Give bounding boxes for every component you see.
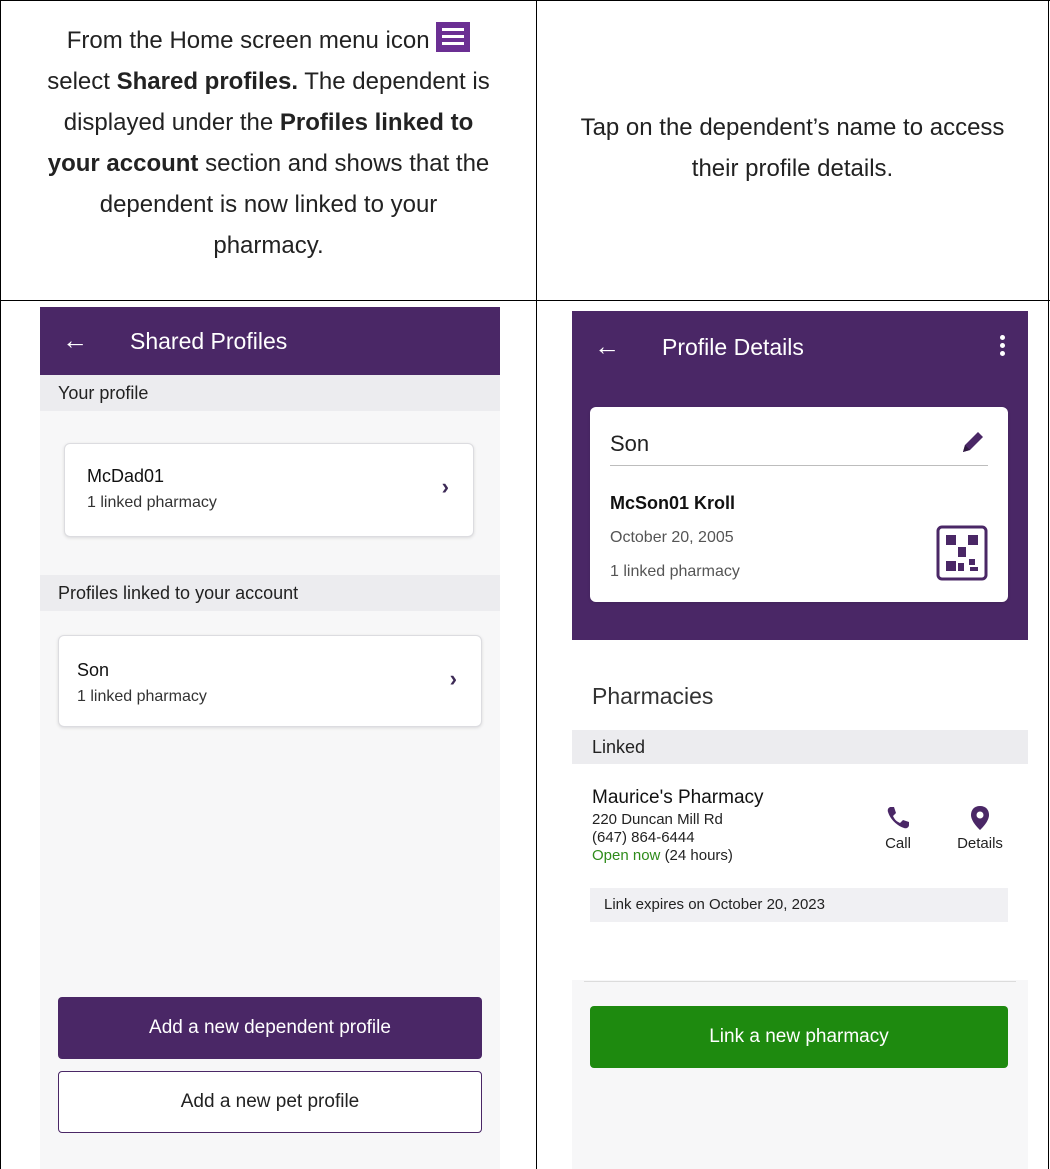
call-label: Call xyxy=(885,835,911,852)
instruction-line-5: dependent is now linked to your xyxy=(99,191,438,218)
pharmacy-entry[interactable]: Maurice's Pharmacy 220 Duncan Mill Rd (6… xyxy=(572,781,1028,871)
your-profile-header: Your profile xyxy=(40,375,500,411)
page-title: Shared Profiles xyxy=(130,328,288,354)
pharmacies-heading: Pharmacies xyxy=(592,683,714,709)
instruction-line-6: pharmacy. xyxy=(213,232,324,259)
instruction-line-4: your account section and shows that the xyxy=(47,150,490,177)
details-action[interactable]: Details xyxy=(948,805,1012,865)
pharmacy-phone: (647) 864-6444 xyxy=(592,829,695,846)
pharmacy-address: 220 Duncan Mill Rd xyxy=(592,811,723,828)
pharmacy-name: Maurice's Pharmacy xyxy=(592,787,764,808)
profile-linked-count: 1 linked pharmacy xyxy=(77,688,207,705)
pharmacy-hours: Open now (24 hours) xyxy=(592,847,733,864)
instruction-line-2: select Shared profiles. The dependent is xyxy=(47,68,490,95)
open-status: Open now xyxy=(592,847,661,864)
dependent-full-name: McSon01 Kroll xyxy=(610,493,736,513)
overflow-menu-icon[interactable] xyxy=(1000,335,1006,357)
your-profile-card[interactable]: McDad01 1 linked pharmacy › xyxy=(64,443,474,537)
linked-pharmacies-header: Linked xyxy=(572,730,1028,764)
linked-profiles-header: Profiles linked to your account xyxy=(40,575,500,611)
back-arrow-icon[interactable]: ← xyxy=(62,327,88,353)
link-new-pharmacy-button[interactable]: Link a new pharmacy xyxy=(590,1006,1008,1068)
phone-icon xyxy=(878,805,918,835)
table-border-top xyxy=(0,0,1050,1)
add-dependent-button[interactable]: Add a new dependent profile xyxy=(58,997,482,1059)
back-arrow-icon[interactable]: ← xyxy=(594,333,620,359)
page-title: Profile Details xyxy=(662,334,804,360)
instruction-line-3: displayed under the Profiles linked to xyxy=(63,109,474,136)
app-bar: ← Shared Profiles xyxy=(40,307,500,375)
hamburger-menu-icon xyxy=(436,22,471,52)
profile-details-screen: ← Profile Details Son McSon01 Kroll Octo… xyxy=(572,311,1028,1169)
edit-pencil-icon[interactable] xyxy=(958,427,988,457)
qr-code-icon[interactable] xyxy=(936,525,988,581)
map-pin-icon xyxy=(948,805,1012,835)
call-action[interactable]: Call xyxy=(878,805,918,865)
chevron-right-icon: › xyxy=(441,474,449,499)
profile-linked-count: 1 linked pharmacy xyxy=(87,494,217,511)
profile-nickname: Son xyxy=(610,431,650,456)
table-divider-horizontal xyxy=(0,300,1050,301)
chevron-right-icon: › xyxy=(449,666,457,691)
instruction-right-line-1: Tap on the dependent’s name to access xyxy=(580,114,1005,141)
link-expiry-banner: Link expires on October 20, 2023 xyxy=(590,888,1008,922)
details-label: Details xyxy=(957,835,1003,852)
dependent-dob: October 20, 2005 xyxy=(610,529,734,546)
profile-name: Son xyxy=(77,660,110,680)
dependent-linked-count: 1 linked pharmacy xyxy=(610,563,740,580)
table-border-right xyxy=(1048,0,1049,1169)
card-divider xyxy=(610,465,988,466)
profile-name: McDad01 xyxy=(87,466,165,486)
add-pet-button[interactable]: Add a new pet profile xyxy=(58,1071,482,1133)
section-divider xyxy=(584,981,1016,982)
shared-profiles-screen: ← Shared Profiles Your profile McDad01 1… xyxy=(40,307,500,1169)
instruction-left: From the Home screen menu icon select Sh… xyxy=(1,20,536,266)
hours-text: (24 hours) xyxy=(664,847,733,864)
dependent-profile-card[interactable]: Son 1 linked pharmacy › xyxy=(58,635,482,727)
link-expiry-text: Link expires on October 20, 2023 xyxy=(604,896,825,913)
instruction-right: Tap on the dependent’s name to access th… xyxy=(537,107,1048,189)
dependent-info-card: Son McSon01 Kroll October 20, 2005 1 lin… xyxy=(590,407,1008,602)
instruction-line-1: From the Home screen menu icon xyxy=(1,20,536,61)
instruction-right-line-2: their profile details. xyxy=(691,155,894,182)
